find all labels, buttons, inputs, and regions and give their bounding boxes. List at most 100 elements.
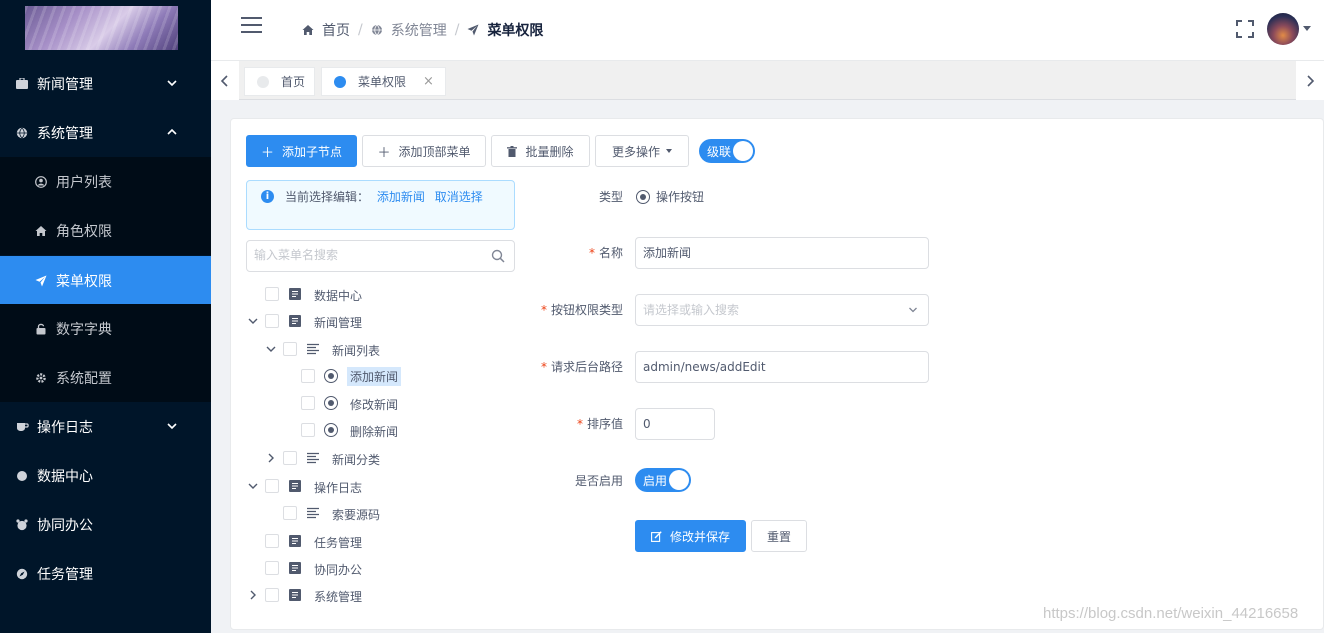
sidebar-item-label: 数字字典 — [56, 321, 112, 338]
tree-checkbox[interactable] — [301, 369, 315, 383]
sidebar-item-label: 系统管理 — [37, 125, 93, 142]
enable-switch[interactable]: 启用 — [635, 468, 691, 492]
tree-checkbox[interactable] — [283, 342, 297, 356]
sidebar-item-system[interactable]: 系统管理 — [0, 108, 211, 157]
sidebar-item-role-perm[interactable]: 角色权限 — [0, 206, 211, 255]
tab-menu-perm[interactable]: 菜单权限 × — [321, 67, 446, 96]
alarm-icon — [15, 518, 29, 532]
chevron-down-icon[interactable] — [247, 315, 259, 327]
tree-checkbox[interactable] — [265, 561, 279, 575]
trash-icon — [507, 145, 518, 157]
chevron-down-icon[interactable] — [247, 480, 259, 492]
breadcrumb-current: 菜单权限 — [487, 23, 544, 39]
radio-button-icon — [324, 423, 338, 437]
chevron-right-icon[interactable] — [247, 589, 259, 601]
tab-scroll-right-icon[interactable] — [1296, 61, 1324, 100]
selected-node-link[interactable]: 添加新闻 — [377, 190, 425, 204]
tab-scroll-left-icon[interactable] — [211, 61, 239, 100]
edit-icon — [651, 530, 662, 542]
chevron-down-icon[interactable] — [1303, 26, 1311, 31]
sidebar-item-label: 任务管理 — [37, 566, 93, 583]
chevron-down-icon — [909, 307, 917, 313]
plus-icon: ＋ — [260, 145, 274, 161]
user-circle-icon — [34, 175, 48, 189]
sort-field[interactable]: 0 — [635, 408, 715, 440]
radio-button-icon — [324, 396, 338, 410]
send-icon — [34, 274, 48, 288]
breadcrumb-system[interactable]: 系统管理 — [391, 20, 447, 40]
sidebar-item-label: 角色权限 — [56, 223, 112, 240]
save-button[interactable]: 修改并保存 — [635, 520, 746, 552]
search-icon[interactable] — [491, 249, 505, 263]
tree-checkbox[interactable] — [283, 451, 297, 465]
tabs-bar: 首页 菜单权限 × — [211, 60, 1324, 100]
chevron-down-icon — [167, 80, 177, 87]
document-icon — [289, 315, 301, 327]
path-field[interactable]: admin/news/addEdit — [635, 351, 929, 383]
watermark: https://blog.csdn.net/weixin_44216658 — [1043, 605, 1299, 622]
chevron-right-icon[interactable] — [265, 452, 277, 464]
cascade-switch[interactable]: 级联 — [699, 139, 755, 163]
info-icon: i — [261, 190, 274, 203]
sidebar-item-label: 系统配置 — [56, 370, 112, 387]
breadcrumb: 首页 / 系统管理 / 菜单权限 — [302, 20, 543, 40]
sidebar-item-news[interactable]: 新闻管理 — [0, 59, 211, 108]
tree-checkbox[interactable] — [265, 479, 279, 493]
logo-image[interactable] — [25, 6, 178, 50]
close-icon[interactable]: × — [423, 74, 434, 89]
sidebar-item-menu-perm[interactable]: 菜单权限 — [0, 256, 211, 305]
cancel-selection-link[interactable]: 取消选择 — [435, 190, 483, 204]
sidebar-item-tasks[interactable]: 任务管理 — [0, 549, 211, 598]
selection-alert: i 当前选择编辑： 添加新闻 取消选择 — [246, 180, 515, 230]
batch-delete-button[interactable]: 批量删除 — [491, 135, 590, 167]
tree-checkbox[interactable] — [301, 396, 315, 410]
status-dot — [334, 75, 346, 88]
tree-checkbox[interactable] — [301, 423, 315, 437]
name-label: * 名称 — [588, 246, 623, 260]
chevron-down-icon[interactable] — [265, 343, 277, 355]
sidebar-item-datacenter[interactable]: 数据中心 — [0, 451, 211, 500]
breadcrumb-home[interactable]: 首页 — [322, 20, 350, 40]
perm-type-label: * 按钮权限类型 — [540, 303, 623, 317]
add-top-menu-button[interactable]: ＋添加顶部菜单 — [362, 135, 486, 167]
tree-checkbox[interactable] — [265, 534, 279, 548]
tree-checkbox[interactable] — [265, 588, 279, 602]
sidebar-item-label: 数据中心 — [37, 468, 93, 485]
sidebar-item-config[interactable]: 系统配置 — [0, 353, 211, 402]
top-header: 首页 / 系统管理 / 菜单权限 — [211, 0, 1324, 60]
add-child-button[interactable]: ＋添加子节点 — [246, 135, 357, 167]
tab-home[interactable]: 首页 — [244, 67, 315, 96]
caret-down-icon — [666, 149, 672, 153]
list-icon — [307, 452, 319, 464]
tree-checkbox[interactable] — [265, 314, 279, 328]
list-icon — [307, 343, 319, 355]
chevron-down-icon — [167, 423, 177, 430]
fullscreen-icon[interactable] — [1236, 20, 1254, 38]
status-dot — [257, 75, 269, 88]
type-value: 操作按钮 — [656, 190, 705, 204]
sidebar-item-user-list[interactable]: 用户列表 — [0, 157, 211, 206]
globe-icon — [371, 24, 382, 36]
globe-icon — [15, 126, 29, 140]
document-icon — [289, 288, 301, 300]
tree-search-input[interactable] — [254, 248, 484, 262]
perm-type-select[interactable]: 请选择或输入搜索 — [635, 294, 929, 326]
coffee-icon — [15, 420, 29, 434]
name-field[interactable]: 添加新闻 — [635, 237, 929, 269]
enable-label: 是否启用 — [574, 474, 623, 488]
sidebar-item-label: 操作日志 — [37, 419, 93, 436]
more-actions-dropdown[interactable]: 更多操作 — [595, 135, 689, 167]
sidebar-item-collab[interactable]: 协同办公 — [0, 500, 211, 549]
reset-button[interactable]: 重置 — [751, 520, 807, 552]
type-radio[interactable] — [636, 190, 650, 204]
sidebar-item-dictionary[interactable]: 数字字典 — [0, 304, 211, 353]
document-icon — [289, 589, 301, 601]
tree-checkbox[interactable] — [265, 287, 279, 301]
gear-icon — [34, 371, 48, 385]
tree-checkbox[interactable] — [283, 506, 297, 520]
menu-toggle-icon[interactable] — [241, 17, 262, 37]
tab-label: 菜单权限 — [358, 75, 407, 89]
compass-icon — [15, 567, 29, 581]
avatar[interactable] — [1267, 13, 1299, 45]
sidebar-item-oplog[interactable]: 操作日志 — [0, 402, 211, 451]
